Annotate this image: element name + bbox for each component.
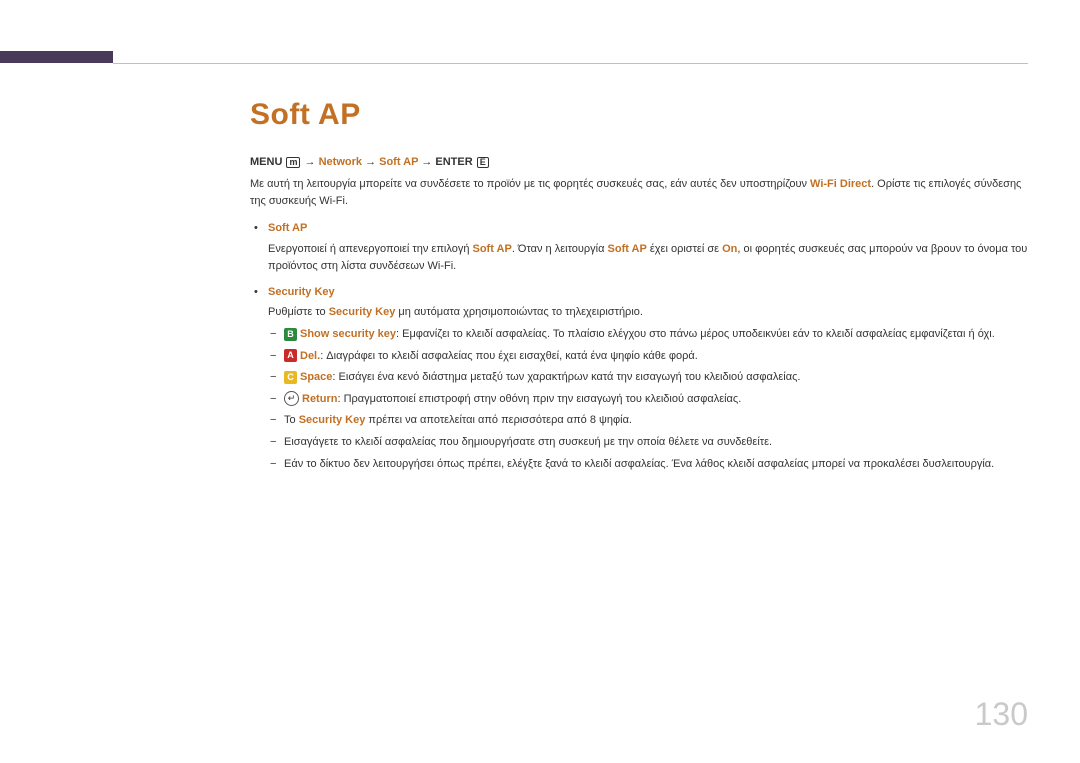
dash-item-check-key: Εάν το δίκτυο δεν λειτουργήσει όπως πρέπ… bbox=[268, 456, 1028, 474]
item-title: Security Key bbox=[268, 284, 1028, 302]
dash-item-show-key: BShow security key: Εμφανίζει το κλειδί … bbox=[268, 326, 1028, 344]
action-text: Εισαγάγετε το κλειδί ασφαλείας που δημιο… bbox=[284, 436, 772, 448]
action-text: : Εισάγει ένα κενό διάστημα μεταξύ των χ… bbox=[332, 371, 800, 383]
menu-path: MENU m → Network → Soft AP → ENTER E bbox=[250, 156, 1028, 168]
arrow-icon: → bbox=[365, 156, 376, 168]
dash-item-enter-key: Εισαγάγετε το κλειδί ασφαλείας που δημιο… bbox=[268, 434, 1028, 452]
a-button-icon: A bbox=[284, 349, 297, 362]
arrow-icon: → bbox=[421, 156, 432, 168]
list-item-softap: Soft AP Ενεργοποιεί ή απενεργοποιεί την … bbox=[250, 220, 1028, 276]
action-label: Security Key bbox=[299, 414, 366, 426]
action-label: Del. bbox=[300, 350, 320, 362]
item-title: Soft AP bbox=[268, 220, 1028, 238]
action-text: πρέπει να αποτελείται από περισσότερα απ… bbox=[365, 414, 632, 426]
path-network: Network bbox=[319, 156, 362, 168]
intro-text: Με αυτή τη λειτουργία μπορείτε να συνδέσ… bbox=[250, 176, 1028, 210]
action-text: : Διαγράφει το κλειδί ασφαλείας που έχει… bbox=[320, 350, 698, 362]
action-text: Εάν το δίκτυο δεν λειτουργήσει όπως πρέπ… bbox=[284, 458, 994, 470]
page-content: Soft AP MENU m → Network → Soft AP → ENT… bbox=[250, 98, 1028, 481]
action-text: : Πραγματοποιεί επιστροφή στην οθόνη πρι… bbox=[337, 393, 741, 405]
top-bullet-list: Soft AP Ενεργοποιεί ή απενεργοποιεί την … bbox=[250, 220, 1028, 473]
enter-label: ENTER bbox=[435, 156, 472, 168]
security-key-lead: Ρυθμίστε το Security Key μη αυτόματα χρη… bbox=[268, 306, 643, 318]
action-label: Space bbox=[300, 371, 332, 383]
return-button-icon: ↵ bbox=[284, 391, 299, 406]
menu-label: MENU bbox=[250, 156, 282, 168]
softap-desc: Ενεργοποιεί ή απενεργοποιεί την επιλογή … bbox=[268, 243, 1027, 273]
page-title: Soft AP bbox=[250, 98, 1028, 132]
menu-icon: m bbox=[286, 157, 300, 168]
c-button-icon: C bbox=[284, 371, 297, 384]
dash-item-length: Το Security Key πρέπει να αποτελείται απ… bbox=[268, 412, 1028, 430]
pre-text: Το bbox=[284, 414, 299, 426]
enter-icon: E bbox=[477, 157, 489, 168]
dash-item-return: ↵Return: Πραγματοποιεί επιστροφή στην οθ… bbox=[268, 391, 1028, 409]
intro-part1: Με αυτή τη λειτουργία μπορείτε να συνδέσ… bbox=[250, 178, 810, 190]
b-button-icon: B bbox=[284, 328, 297, 341]
side-accent-bar bbox=[0, 51, 113, 63]
action-text: : Εμφανίζει το κλειδί ασφαλείας. Το πλαί… bbox=[396, 328, 995, 340]
dash-list: BShow security key: Εμφανίζει το κλειδί … bbox=[268, 326, 1028, 473]
action-label: Show security key bbox=[300, 328, 396, 340]
path-softap: Soft AP bbox=[379, 156, 418, 168]
list-item-security-key: Security Key Ρυθμίστε το Security Key μη… bbox=[250, 284, 1028, 473]
wifi-direct-label: Wi-Fi Direct bbox=[810, 178, 871, 190]
arrow-icon: → bbox=[305, 156, 316, 168]
page-number: 130 bbox=[975, 696, 1028, 733]
header-rule bbox=[113, 63, 1028, 64]
action-label: Return bbox=[302, 393, 337, 405]
dash-item-space: CSpace: Εισάγει ένα κενό διάστημα μεταξύ… bbox=[268, 369, 1028, 387]
dash-item-del: ADel.: Διαγράφει το κλειδί ασφαλείας που… bbox=[268, 348, 1028, 366]
